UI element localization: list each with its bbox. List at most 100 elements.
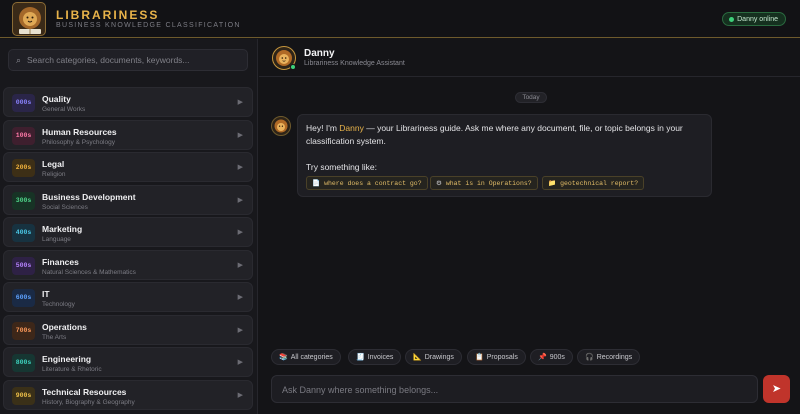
category-subtitle: The Arts <box>42 333 67 341</box>
chip-drawings[interactable]: 📐 Drawings <box>405 349 462 365</box>
search-input[interactable] <box>27 52 242 68</box>
message-text: — your Librariness guide. Ask me where a… <box>363 123 683 133</box>
category-item[interactable]: 100s Human Resources Philosophy & Psycholo… <box>3 119 253 150</box>
category-item[interactable]: 300s Business Development Social Sciences ▶ <box>3 184 253 215</box>
chevron-right-icon: ▶ <box>237 229 243 236</box>
chip-all-categories[interactable]: 📚 All categories <box>271 349 341 365</box>
message-composer <box>271 375 758 403</box>
message-input[interactable] <box>282 382 747 398</box>
category-code-badge: 300s <box>12 191 35 210</box>
chevron-right-icon: ▶ <box>237 326 243 334</box>
status-label: Danny online <box>737 16 778 23</box>
chevron-right-icon: ▶ <box>237 359 243 366</box>
chip-label: Invoices <box>367 354 394 361</box>
online-status-icon <box>729 17 735 22</box>
search-icon: ⌕ <box>16 55 22 65</box>
chip-recordings[interactable]: 🎧 Recordings <box>577 349 641 365</box>
chevron-right-icon: ▶ <box>237 131 243 139</box>
category-name: Technical Resources <box>42 386 127 397</box>
gear-icon: ⚙ <box>436 179 442 187</box>
suggestion-chip[interactable]: ⚙ what is in Operations? <box>430 176 538 190</box>
app: LIBRARINESS BUSINESS KNOWLEDGE CLASSIFIC… <box>0 0 800 414</box>
app-title: LIBRARINESS <box>56 8 160 22</box>
suggestion-text: what is in Operations? <box>445 180 532 187</box>
category-code-badge: 500s <box>12 256 35 275</box>
category-subtitle: Religion <box>42 171 66 178</box>
category-name: IT <box>42 289 50 299</box>
sidebar: ⌕ 000s Quality General Works ▶ 100s Human Res… <box>0 39 258 414</box>
category-code-badge: 200s <box>12 159 35 177</box>
chip-proposals[interactable]: 📋 Proposals <box>467 349 526 365</box>
category-code-badge: 900s <box>12 386 35 405</box>
category-item[interactable]: 500s Finances Natural Sciences & Mathemati… <box>3 249 253 280</box>
category-code-badge: 000s <box>12 94 35 112</box>
category-item[interactable]: 400s Marketing Language ▶ <box>3 217 253 247</box>
chip-invoices[interactable]: 🧾 Invoices <box>348 349 402 365</box>
chevron-right-icon: ▶ <box>237 261 243 269</box>
category-item[interactable]: 000s Quality General Works ▶ <box>3 87 253 117</box>
category-subtitle: Philosophy & Psychology <box>42 138 115 146</box>
app-subtitle: BUSINESS KNOWLEDGE CLASSIFICATION <box>56 22 241 29</box>
message-avatar <box>271 116 291 136</box>
chevron-right-icon: ▶ <box>237 164 243 171</box>
category-subtitle: Social Sciences <box>42 203 88 211</box>
suggestion-chip[interactable]: 📄 where does a contract go? <box>306 176 428 190</box>
category-name: Human Resources <box>42 126 117 137</box>
category-subtitle: Literature & Rhetoric <box>42 366 102 373</box>
send-button[interactable]: ➤ <box>763 375 790 403</box>
top-header: LIBRARINESS BUSINESS KNOWLEDGE CLASSIFIC… <box>0 0 800 38</box>
search-box: ⌕ <box>8 49 248 71</box>
try-label: Try something like: <box>306 162 378 172</box>
folder-icon: 📁 <box>548 179 557 187</box>
category-name: Engineering <box>42 354 92 364</box>
category-item[interactable]: 800s Engineering Literature & Rhetoric ▶ <box>3 347 253 377</box>
category-subtitle: Natural Sciences & Mathematics <box>42 268 136 276</box>
chip-label: Recordings <box>596 354 633 361</box>
send-icon: ➤ <box>771 382 782 395</box>
online-indicator-icon <box>290 64 296 70</box>
category-item[interactable]: 600s IT Technology ▶ <box>3 282 253 312</box>
category-name: Finances <box>42 256 79 267</box>
chip-label: All categories <box>290 354 333 361</box>
category-item[interactable]: 200s Legal Religion ▶ <box>3 152 253 182</box>
category-code-badge: 100s <box>12 126 35 145</box>
chip-label: Proposals <box>486 354 518 361</box>
chip-label: 900s <box>549 354 565 361</box>
receipt-icon: 🧾 <box>356 353 365 361</box>
assistant-name-highlight: Danny <box>339 123 364 133</box>
suggestion-text: where does a contract go? <box>324 180 422 187</box>
suggestion-text: geotechnical report? <box>560 180 639 187</box>
assistant-name: Danny <box>304 48 335 59</box>
category-name: Operations <box>42 321 87 332</box>
category-code-badge: 700s <box>12 321 35 340</box>
chevron-right-icon: ▶ <box>237 294 243 301</box>
category-code-badge: 800s <box>12 354 35 372</box>
chevron-right-icon: ▶ <box>237 99 243 106</box>
category-name: Business Development <box>42 191 136 202</box>
category-name: Quality <box>42 94 71 104</box>
message-text: Hey! I'm <box>306 123 340 133</box>
category-subtitle: History, Biography & Geography <box>42 398 135 406</box>
books-icon: 📚 <box>279 353 288 361</box>
assistant-message: Hey! I'm Danny — your Librariness guide.… <box>297 114 712 197</box>
category-item[interactable]: 900s Technical Resources History, Biograph… <box>3 379 253 410</box>
category-code-badge: 400s <box>12 224 35 242</box>
chat-header: Danny Librariness Knowledge Assistant <box>259 39 800 77</box>
lion-logo-icon <box>12 2 46 36</box>
chevron-right-icon: ▶ <box>237 196 243 204</box>
category-item[interactable]: 700s Operations The Arts ▶ <box>3 314 253 345</box>
pin-icon: 📌 <box>538 353 547 361</box>
ruler-icon: 📐 <box>413 353 422 361</box>
category-name: Marketing <box>42 224 83 234</box>
chip-900s[interactable]: 📌 900s <box>530 349 573 365</box>
assistant-subtitle: Librariness Knowledge Assistant <box>304 60 405 67</box>
category-subtitle: Technology <box>42 301 75 308</box>
document-icon: 📄 <box>312 179 321 187</box>
chip-label: Drawings <box>424 354 454 361</box>
suggestion-chip[interactable]: 📁 geotechnical report? <box>542 176 645 190</box>
status-badge: Danny online <box>722 12 786 26</box>
message-line: classification system. <box>306 136 386 146</box>
category-code-badge: 600s <box>12 289 35 307</box>
category-subtitle: Language <box>42 236 71 243</box>
message-line: Hey! I'm Danny — your Librariness guide.… <box>306 123 683 133</box>
